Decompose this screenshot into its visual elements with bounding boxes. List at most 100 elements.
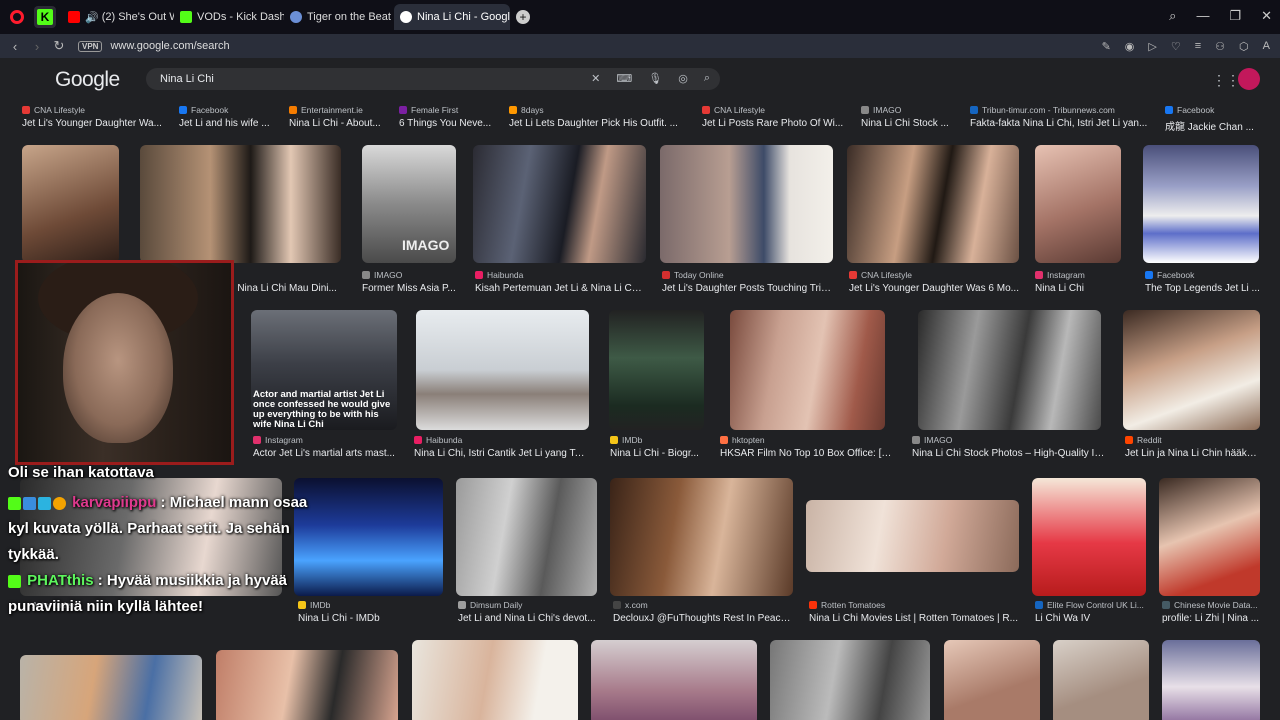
keyboard-icon[interactable]: ⌨	[616, 72, 632, 85]
result-thumbnail[interactable]	[1032, 478, 1146, 596]
address-bar: ‹ › ↻ VPN www.google.com/search ✎ ◉ ▷ ♡ …	[0, 34, 1280, 58]
result-caption[interactable]: Jet Li and his wife ...	[179, 118, 279, 129]
forward-button[interactable]: ›	[26, 39, 48, 54]
result-caption[interactable]: Kisah Pertemuan Jet Li & Nina Li Chi...	[475, 283, 645, 294]
camera-icon[interactable]: ◉	[1125, 40, 1135, 53]
result-thumbnail[interactable]: IMAGO	[362, 145, 456, 263]
result-caption[interactable]: Jet Li's Younger Daughter Wa...	[22, 118, 162, 129]
result-caption[interactable]: 6 Things You Neve...	[399, 118, 499, 129]
result-caption[interactable]: Nina Li Chi Stock ...	[861, 118, 961, 129]
tab-kick-dashboard[interactable]: VODs - Kick Dashboard	[174, 4, 284, 30]
result-thumbnail[interactable]	[730, 310, 885, 430]
reload-button[interactable]: ↻	[48, 38, 70, 54]
tab-google-search[interactable]: Nina Li Chi - Google-haku	[394, 4, 510, 30]
result-thumbnail[interactable]	[20, 655, 202, 720]
kick-sidebar-button[interactable]: K	[34, 6, 56, 28]
result-thumbnail[interactable]	[591, 640, 757, 720]
result-caption[interactable]: profile: Li Zhi | Nina ...	[1162, 613, 1262, 624]
result-caption[interactable]: Nina Li Chi - IMDb	[298, 613, 443, 624]
result-source: Haibunda	[414, 435, 589, 445]
result-thumbnail[interactable]	[294, 478, 443, 596]
result-thumbnail[interactable]	[1035, 145, 1121, 263]
result-caption[interactable]: The Top Legends Jet Li ...	[1145, 283, 1260, 294]
result-thumbnail[interactable]	[456, 478, 597, 596]
result-caption[interactable]: Jet Li and Nina Li Chi's devot...	[458, 613, 598, 624]
heart-icon[interactable]: ♡	[1171, 40, 1181, 53]
lens-icon[interactable]: ◎	[678, 72, 688, 85]
result-caption[interactable]: Nina Li Chi - Biogr...	[610, 448, 708, 459]
result-thumbnail[interactable]	[660, 145, 833, 263]
result-caption[interactable]: r, Nina Li Chi Mau Dini...	[229, 283, 341, 294]
address-bar-icons: ✎ ◉ ▷ ♡ ≡ ⚇ ⬡ A	[1102, 40, 1270, 53]
result-source: Entertainment.ie	[289, 105, 389, 115]
result-caption[interactable]: HKSAR Film No Top 10 Box Office: [2...	[720, 448, 892, 459]
google-logo[interactable]: Google	[55, 68, 120, 92]
result-thumbnail[interactable]	[473, 145, 646, 263]
result-thumbnail[interactable]: Actor and martial artist Jet Li once con…	[251, 310, 397, 430]
result-caption[interactable]: Jet Li's Daughter Posts Touching Trib...	[662, 283, 832, 294]
result-thumbnail[interactable]	[1159, 478, 1260, 596]
result-caption[interactable]: Jet Li's Younger Daughter Was 6 Mo...	[849, 283, 1019, 294]
aria-icon[interactable]: A	[1263, 40, 1270, 53]
result-caption[interactable]: Jet Li Lets Daughter Pick His Outfit. ..…	[509, 118, 689, 129]
result-caption[interactable]: Nina Li Chi, Istri Cantik Jet Li yang Te…	[414, 448, 589, 459]
play-icon[interactable]: ▷	[1148, 40, 1156, 53]
subscriber-badge-icon	[23, 496, 36, 510]
result-thumbnail[interactable]	[1123, 310, 1260, 430]
result-caption[interactable]: Fakta-fakta Nina Li Chi, Istri Jet Li ya…	[970, 118, 1150, 129]
tab-youtube[interactable]: 🔊(2) She's Out With a G	[62, 4, 174, 30]
result-caption[interactable]: Jet Lin ja Nina Li Chin hääku...	[1125, 448, 1260, 459]
result-thumbnail[interactable]	[412, 640, 578, 720]
result-caption[interactable]: Jet Li Posts Rare Photo Of Wi...	[702, 118, 847, 129]
result-caption[interactable]: 成龍 Jackie Chan ...	[1165, 118, 1265, 133]
result-caption[interactable]: Nina Li Chi Movies List | Rotten Tomatoe…	[809, 613, 1019, 624]
result-thumbnail[interactable]	[806, 500, 1019, 572]
result-caption[interactable]: Nina Li Chi	[1035, 283, 1125, 294]
chat-username: PHATthis	[27, 572, 94, 589]
result-thumbnail[interactable]	[1053, 640, 1149, 720]
result-caption[interactable]: Li Chi Wa IV	[1035, 613, 1147, 624]
result-source: CNA Lifestyle	[22, 105, 162, 115]
result-thumbnail[interactable]	[918, 310, 1101, 430]
result-thumbnail[interactable]	[1143, 145, 1259, 263]
result-thumbnail[interactable]	[770, 640, 930, 720]
search-icon[interactable]: ⌕	[704, 72, 710, 85]
menu-icon[interactable]: ≡	[1195, 40, 1201, 53]
clear-icon[interactable]: ✕	[591, 72, 600, 85]
back-button[interactable]: ‹	[4, 39, 26, 54]
vpn-badge[interactable]: VPN	[78, 40, 103, 52]
result-thumbnail[interactable]	[22, 145, 119, 263]
apps-grid-icon[interactable]: ⋮⋮	[1212, 72, 1240, 89]
tab-tiger-on-the-beat[interactable]: Tiger on the Beat (1988) c	[284, 4, 394, 30]
result-thumbnail[interactable]	[847, 145, 1019, 263]
opera-logo-icon	[10, 10, 24, 24]
result-thumbnail[interactable]	[610, 478, 793, 596]
result-thumbnail[interactable]	[609, 310, 704, 430]
close-button[interactable]: ✕	[1261, 8, 1272, 24]
result-caption[interactable]: Nina Li Chi Stock Photos – High-Quality …	[912, 448, 1110, 459]
result-source: hktopten	[720, 435, 890, 445]
result-thumbnail[interactable]	[216, 650, 398, 720]
restore-button[interactable]: ❐	[1229, 8, 1241, 24]
search-input[interactable]: Nina Li Chi ✕ ⌨ 🎙 ◎ ⌕	[146, 68, 720, 90]
result-thumbnail[interactable]	[944, 640, 1040, 720]
url-field[interactable]: www.google.com/search	[110, 40, 1101, 52]
microphone-icon[interactable]: 🎙	[648, 72, 662, 85]
search-tabs-icon[interactable]: ⌕	[1169, 8, 1176, 24]
result-thumbnail[interactable]	[140, 145, 341, 263]
result-caption[interactable]: Actor Jet Li's martial arts mast...	[253, 448, 397, 459]
result-thumbnail[interactable]	[416, 310, 589, 430]
result-thumbnail[interactable]	[1162, 640, 1260, 720]
profile-icon[interactable]: ⚇	[1215, 40, 1225, 53]
facebook-icon	[1165, 106, 1173, 114]
new-tab-button[interactable]: +	[516, 10, 530, 24]
result-caption[interactable]: DeclouxJ @FuThoughts Rest In Peace...	[613, 613, 793, 624]
extension-icon[interactable]: ⬡	[1239, 40, 1249, 53]
edit-icon[interactable]: ✎	[1102, 40, 1111, 53]
result-caption[interactable]: Former Miss Asia P...	[362, 283, 462, 294]
opera-menu-button[interactable]	[6, 6, 28, 28]
minimize-button[interactable]: —	[1196, 8, 1209, 24]
tab-label: (2) She's Out With a G	[101, 11, 174, 23]
result-caption[interactable]: Nina Li Chi - About...	[289, 118, 389, 129]
avatar[interactable]	[1238, 68, 1260, 90]
